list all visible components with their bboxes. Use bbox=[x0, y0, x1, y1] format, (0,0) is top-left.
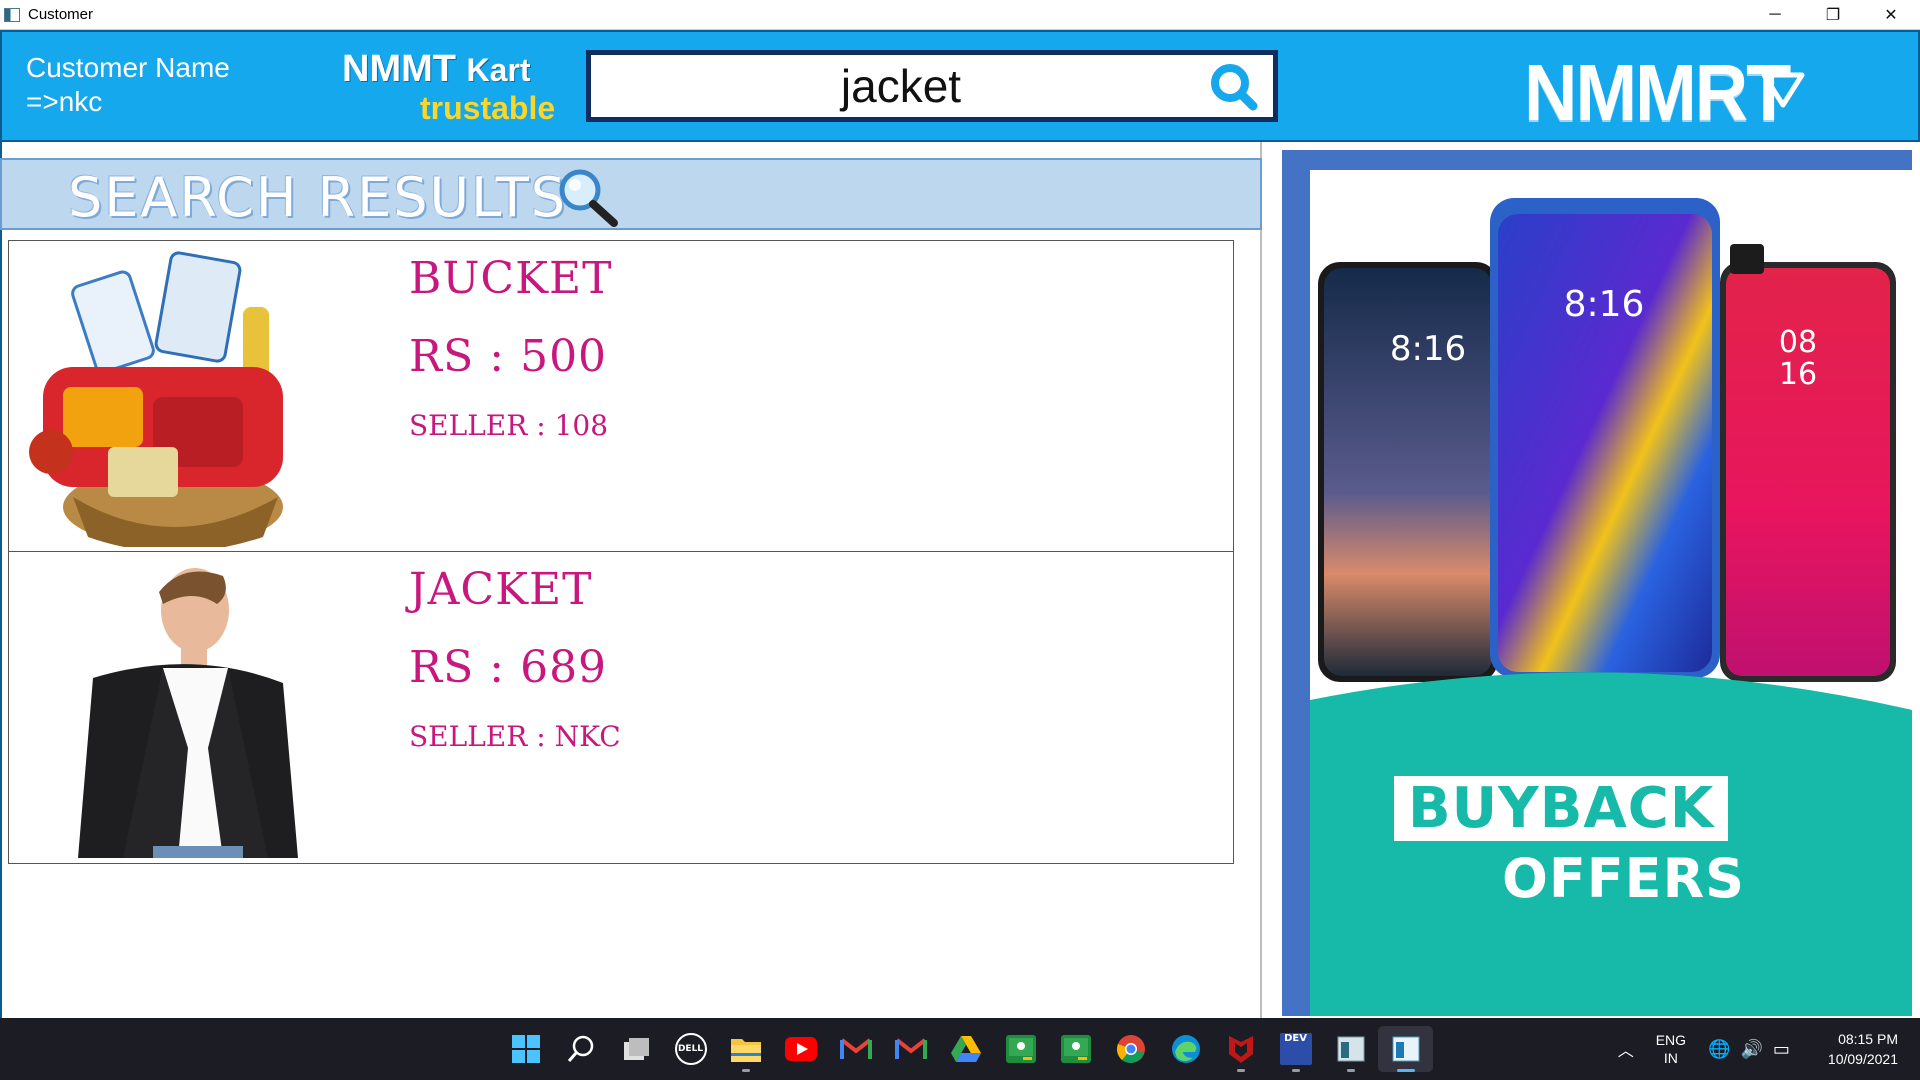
google-classroom-icon[interactable] bbox=[993, 1026, 1048, 1072]
taskbar: DELL DEV ︿ ENG IN 🌐🔊▭ 08:15 PM 10/09/202… bbox=[0, 1018, 1920, 1080]
windows-start-icon[interactable] bbox=[498, 1026, 553, 1072]
battery-icon: ▭ bbox=[1772, 1038, 1800, 1059]
customer-label: Customer Name bbox=[26, 52, 230, 83]
dell-icon[interactable]: DELL bbox=[663, 1026, 718, 1072]
product-card[interactable]: JACKET RS : 689 SELLER : NKC bbox=[8, 552, 1234, 864]
system-tray: ︿ ENG IN 🌐🔊▭ 08:15 PM 10/09/2021 bbox=[1618, 1018, 1920, 1080]
chevron-up-icon[interactable]: ︿ bbox=[1618, 1037, 1634, 1061]
ad-buyback-text: BUYBACK bbox=[1394, 776, 1729, 841]
product-card[interactable]: BUCKET RS : 500 SELLER : 108 bbox=[8, 240, 1234, 552]
clock[interactable]: 08:15 PM 10/09/2021 bbox=[1828, 1029, 1898, 1069]
product-price: RS : 500 bbox=[409, 331, 608, 382]
phone-time-4: 16 bbox=[1779, 357, 1817, 392]
product-seller: SELLER : 108 bbox=[409, 409, 609, 442]
youtube-icon[interactable] bbox=[773, 1026, 828, 1072]
phone-time-2: 8:16 bbox=[1564, 284, 1645, 325]
gmail-icon[interactable] bbox=[883, 1026, 938, 1072]
window-controls: ─ ❐ ✕ bbox=[1746, 0, 1920, 30]
task-view-icon[interactable] bbox=[608, 1026, 663, 1072]
window-title: Customer bbox=[28, 6, 94, 23]
system-icons[interactable]: 🌐🔊▭ bbox=[1708, 1039, 1800, 1060]
search-results-banner: SEARCH RESULTS bbox=[0, 158, 1262, 230]
ad-text: BUYBACK OFFERS bbox=[1394, 776, 1808, 910]
brand-suffix: Kart bbox=[466, 52, 531, 88]
ad-banner[interactable]: 8:16 8:16 08 16 BUYBACK OFFERS bbox=[1282, 150, 1912, 1016]
google-drive-icon[interactable] bbox=[938, 1026, 993, 1072]
restore-button[interactable]: ❐ bbox=[1804, 0, 1862, 30]
close-button[interactable]: ✕ bbox=[1862, 0, 1920, 30]
dev-label: DEV bbox=[1279, 1033, 1312, 1065]
language-indicator[interactable]: ENG IN bbox=[1656, 1031, 1686, 1067]
search-bar bbox=[586, 50, 1278, 122]
volume-icon: 🔊 bbox=[1740, 1038, 1773, 1059]
mcafee-icon[interactable] bbox=[1213, 1026, 1268, 1072]
product-seller: SELLER : NKC bbox=[409, 720, 621, 753]
product-image-man-in-blazer[interactable] bbox=[13, 558, 329, 858]
title-bar: Customer ─ ❐ ✕ bbox=[0, 0, 1920, 30]
ad-content: 8:16 8:16 08 16 BUYBACK OFFERS bbox=[1310, 170, 1912, 1016]
customer-name: =>nkc bbox=[26, 86, 103, 117]
google-classroom-icon[interactable] bbox=[1048, 1026, 1103, 1072]
edge-icon[interactable] bbox=[1158, 1026, 1213, 1072]
search-input[interactable] bbox=[591, 55, 1211, 117]
app-window-icon[interactable] bbox=[1323, 1026, 1378, 1072]
customer-app-icon[interactable] bbox=[1378, 1026, 1433, 1072]
phone-time-3: 08 bbox=[1779, 325, 1817, 360]
search-icon[interactable] bbox=[1209, 62, 1259, 112]
brand-name: NMMT Kart bbox=[342, 48, 531, 91]
taskbar-apps: DELL DEV bbox=[498, 1026, 1433, 1072]
minimize-button[interactable]: ─ bbox=[1746, 0, 1804, 30]
product-name[interactable]: BUCKET bbox=[409, 253, 612, 304]
product-price: RS : 689 bbox=[409, 642, 608, 693]
clock-date: 10/09/2021 bbox=[1827, 1051, 1898, 1067]
language-code: ENG bbox=[1655, 1032, 1687, 1048]
clock-time: 08:15 PM bbox=[1838, 1031, 1898, 1047]
dev-cpp-icon[interactable]: DEV bbox=[1268, 1026, 1323, 1072]
network-icon: 🌐 bbox=[1708, 1038, 1741, 1059]
product-list: BUCKET RS : 500 SELLER : 108 JACKET RS :… bbox=[8, 240, 1234, 864]
product-image-grocery-basket[interactable] bbox=[13, 247, 329, 547]
brand-main: NMMT bbox=[342, 48, 456, 90]
magnifier-icon bbox=[559, 169, 618, 227]
search-results-title: SEARCH RESULTS bbox=[68, 166, 567, 229]
app-icon bbox=[4, 7, 20, 22]
region-code: IN bbox=[1663, 1050, 1678, 1066]
search-icon[interactable] bbox=[553, 1026, 608, 1072]
triangle-down-icon[interactable] bbox=[1760, 70, 1806, 110]
app-header: Customer Name =>nkc NMMT Kart trustable … bbox=[0, 30, 1920, 142]
nmmrt-logo: NMMRT bbox=[1524, 47, 1791, 138]
dell-label: DELL bbox=[674, 1033, 707, 1065]
ad-offers-text: OFFERS bbox=[1502, 847, 1746, 910]
file-explorer-icon[interactable] bbox=[718, 1026, 773, 1072]
phone-time-1: 8:16 bbox=[1390, 329, 1466, 369]
brand-tagline: trustable bbox=[420, 90, 556, 126]
smartphones-image: 8:16 8:16 08 16 bbox=[1318, 198, 1896, 682]
product-name[interactable]: JACKET bbox=[409, 564, 592, 615]
gmail-icon[interactable] bbox=[828, 1026, 883, 1072]
chrome-icon[interactable] bbox=[1103, 1026, 1158, 1072]
